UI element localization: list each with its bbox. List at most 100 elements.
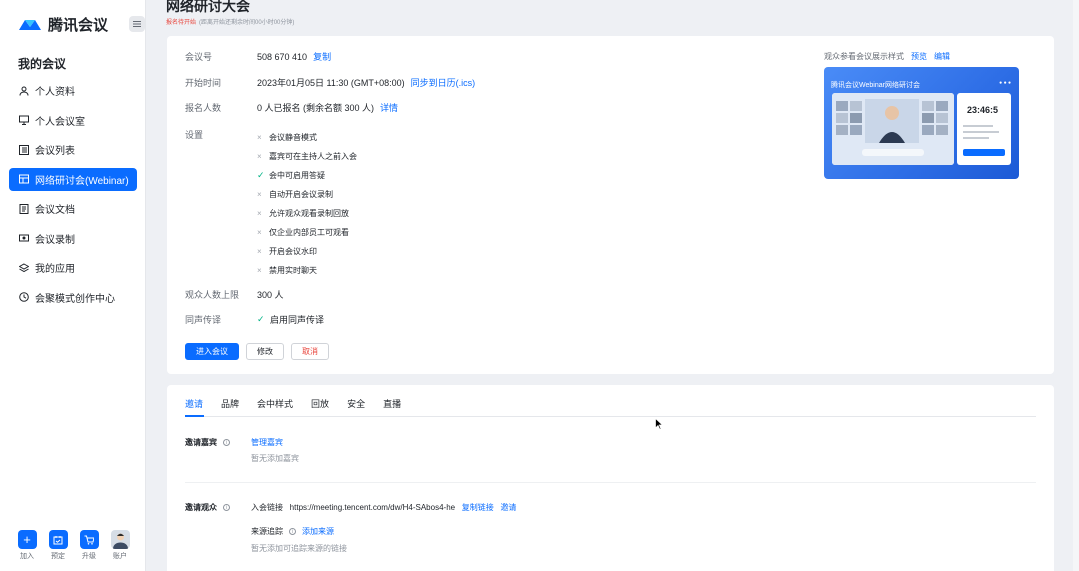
- meeting-id-value: 508 670 410: [257, 51, 308, 62]
- audience-preview-image[interactable]: 腾讯会议Webinar网络研讨会 ● ● ● 23:46:5: [824, 67, 1019, 179]
- sidebar-item-profile[interactable]: 个人资料: [9, 79, 137, 102]
- doc-icon: [19, 203, 29, 214]
- tab-livestream[interactable]: 直播: [383, 397, 401, 410]
- setting-text: 禁用实时聊天: [269, 266, 317, 275]
- cart-icon: [79, 530, 99, 549]
- info-icon[interactable]: i: [223, 504, 230, 511]
- sidebar-item-label: 会议文档: [35, 205, 75, 216]
- enabled-check-icon: ✓: [257, 314, 265, 324]
- page-title: 网络研讨大会: [166, 0, 250, 14]
- tab-invite[interactable]: 邀请: [185, 397, 203, 410]
- sidebar-item-label: 会聚模式创作中心: [35, 293, 115, 305]
- manage-guests-link[interactable]: 管理嘉宾: [251, 437, 283, 448]
- disabled-x-icon: ×: [257, 209, 262, 218]
- avatar-icon: [110, 530, 130, 549]
- page-scrollbar[interactable]: [1073, 0, 1079, 571]
- capacity-row: 观众人数上限 300 人: [185, 288, 284, 301]
- disabled-x-icon: ×: [257, 133, 262, 142]
- setting-item: × 开启会议水印: [257, 242, 357, 261]
- source-tracking-label: 来源追踪: [251, 527, 283, 536]
- schedule-meeting-button[interactable]: 预定: [48, 530, 68, 561]
- countdown-text: (距离开始还剩余时间00小时00分钟): [199, 20, 295, 26]
- creator-icon: [19, 292, 29, 302]
- account-label: 账户: [113, 553, 127, 560]
- sidebar-item-creator-center[interactable]: 会聚模式创作中心: [9, 286, 137, 309]
- invite-audience-label: 邀请观众 i: [185, 502, 230, 513]
- tab-security[interactable]: 安全: [347, 397, 365, 410]
- sidebar-item-recordings[interactable]: 会议录制: [9, 227, 137, 250]
- no-source-text: 暂无添加可追踪来源的链接: [251, 544, 347, 553]
- signup-label: 报名人数: [185, 103, 222, 113]
- setting-text: 自动开启会议录制: [269, 190, 333, 199]
- sidebar-item-documents[interactable]: 会议文档: [9, 197, 137, 220]
- setting-item: ✓ 会中可启用答疑: [257, 166, 357, 185]
- preview-video-grid: [832, 93, 954, 165]
- copy-meeting-id-link[interactable]: 复制: [313, 50, 331, 63]
- enabled-check-icon: ✓: [257, 170, 265, 180]
- setting-item: × 嘉宾可在主持人之前入会: [257, 147, 357, 166]
- webinar-icon: [19, 174, 29, 184]
- user-icon: [19, 86, 29, 96]
- add-source-link[interactable]: 添加来源: [302, 526, 334, 537]
- tab-in-meeting-style[interactable]: 会中样式: [257, 397, 293, 410]
- apps-icon: [19, 262, 29, 272]
- invite-link-button[interactable]: 邀请: [500, 503, 516, 512]
- join-link-row: 入会链接 https://meeting.tencent.com/dw/H4-S…: [251, 502, 516, 513]
- invite-audience-text: 邀请观众: [185, 503, 217, 512]
- source-tracking-row: 来源追踪 i 添加来源: [251, 526, 334, 537]
- upgrade-button[interactable]: 升级: [79, 530, 99, 561]
- sidebar-item-label: 会议录制: [35, 234, 75, 246]
- disabled-x-icon: ×: [257, 190, 262, 199]
- interpretation-row: 同声传译 ✓ 启用同声传译: [185, 313, 324, 326]
- info-icon[interactable]: i: [223, 439, 230, 446]
- enter-meeting-button[interactable]: 进入会议: [185, 343, 239, 360]
- signup-details-link[interactable]: 详情: [380, 101, 398, 114]
- setting-text: 会议静音模式: [269, 133, 317, 142]
- join-link-url[interactable]: https://meeting.tencent.com/dw/H4-SAbos4…: [290, 503, 455, 512]
- edit-button[interactable]: 修改: [246, 343, 284, 360]
- invite-guests-label: 邀请嘉宾 i: [185, 437, 230, 448]
- signup-row: 报名人数 0 人已报名 (剩余名额 300 人) 详情: [185, 101, 398, 114]
- setting-item: × 允许观众观看录制回放: [257, 204, 357, 223]
- tab-playback[interactable]: 回放: [311, 397, 329, 410]
- tab-active-indicator: [185, 415, 204, 417]
- tencent-meeting-logo-icon: [19, 19, 41, 30]
- app-logo[interactable]: 腾讯会议: [18, 14, 108, 35]
- setting-text: 仅企业内部员工可观看: [269, 228, 349, 237]
- disabled-x-icon: ×: [257, 228, 262, 237]
- preview-header: 观众参看会议展示样式 预览 编辑: [824, 51, 950, 62]
- sync-calendar-link[interactable]: 同步到日历(.ics): [411, 76, 476, 89]
- schedule-label: 预定: [51, 553, 65, 560]
- tab-brand[interactable]: 品牌: [221, 397, 239, 410]
- setting-item: × 仅企业内部员工可观看: [257, 223, 357, 242]
- sidebar-item-apps[interactable]: 我的应用: [9, 256, 137, 279]
- menu-icon: [133, 21, 141, 27]
- disabled-x-icon: ×: [257, 152, 262, 161]
- sidebar-item-label: 网络研讨会(Webinar): [35, 175, 129, 187]
- start-time-row: 开始时间 2023年01月05日 11:30 (GMT+08:00) 同步到日历(…: [185, 76, 475, 89]
- section-divider: [185, 482, 1036, 483]
- join-meeting-button[interactable]: + 加入: [17, 530, 37, 561]
- mouse-cursor-icon: [655, 418, 663, 430]
- sidebar-item-webinar[interactable]: 网络研讨会(Webinar): [9, 167, 137, 191]
- capacity-label: 观众人数上限: [185, 290, 240, 300]
- setting-text: 会中可启用答疑: [269, 171, 325, 180]
- account-button[interactable]: 账户: [110, 530, 130, 561]
- app-name: 腾讯会议: [48, 17, 109, 34]
- sidebar-item-label: 我的应用: [35, 264, 75, 275]
- signup-value: 0 人已报名 (剩余名额 300 人): [257, 103, 375, 113]
- action-buttons: 进入会议 修改 取消: [185, 343, 329, 360]
- sidebar-item-meeting-list[interactable]: 会议列表: [9, 138, 137, 161]
- join-label: 加入: [20, 553, 34, 560]
- nav-section-title: 我的会议: [18, 57, 67, 71]
- collapse-sidebar-button[interactable]: [129, 16, 145, 32]
- sidebar-item-personal-room[interactable]: 个人会议室: [9, 109, 137, 132]
- copy-link-button[interactable]: 复制链接: [462, 503, 494, 512]
- edit-style-link[interactable]: 编辑: [934, 51, 950, 62]
- sidebar-item-label: 会议列表: [35, 146, 75, 157]
- preview-link[interactable]: 预览: [911, 51, 927, 62]
- interpretation-value: 启用同声传译: [270, 315, 325, 325]
- info-icon[interactable]: i: [289, 528, 296, 535]
- start-time-value: 2023年01月05日 11:30 (GMT+08:00): [257, 78, 405, 88]
- cancel-meeting-button[interactable]: 取消: [291, 343, 329, 360]
